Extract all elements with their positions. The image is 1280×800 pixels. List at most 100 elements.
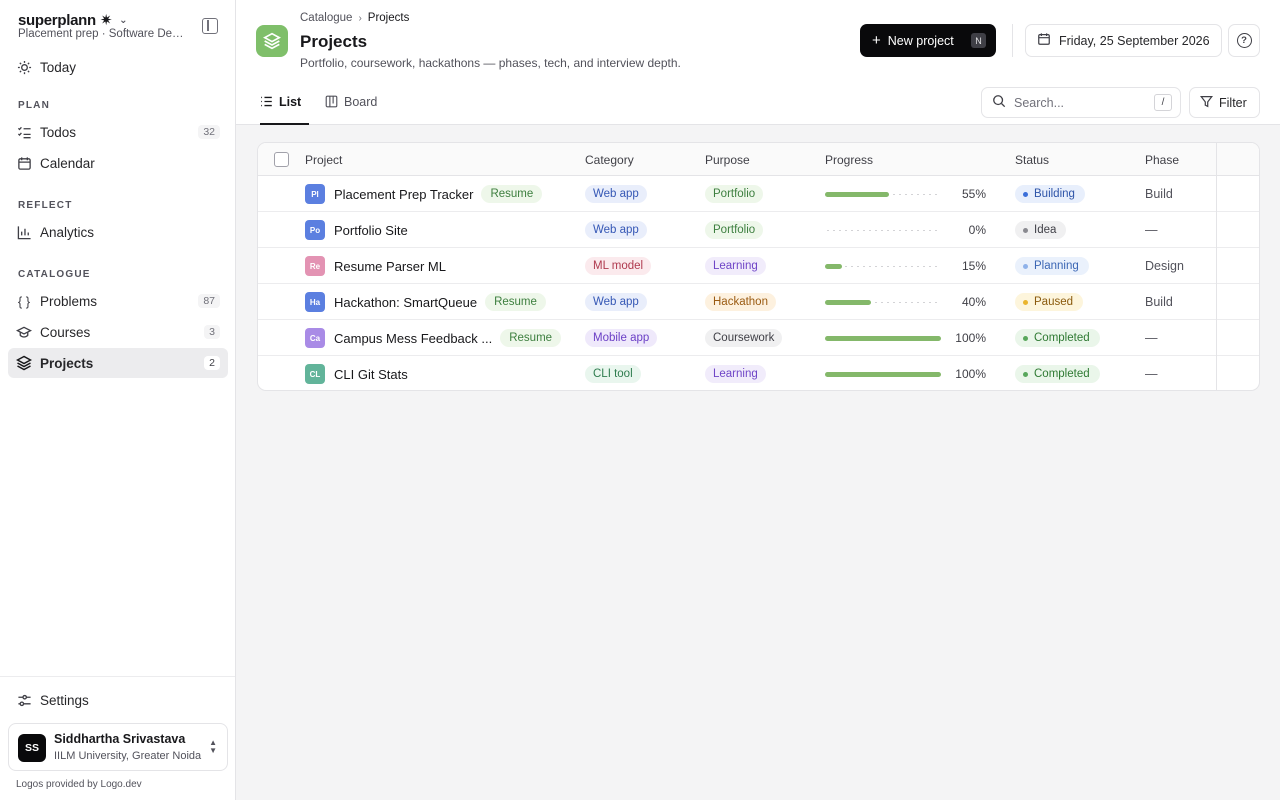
tab-list[interactable]: List — [260, 88, 309, 125]
phase-cell: — — [1145, 367, 1158, 381]
project-tile: Po — [305, 220, 325, 240]
chevron-up-down-icon: ▲ ▼ — [209, 738, 217, 755]
layers-icon — [256, 25, 288, 57]
sliders-icon — [16, 692, 32, 708]
status-dot-icon — [1023, 299, 1028, 305]
select-all-checkbox[interactable] — [274, 152, 289, 167]
progress-bar — [825, 228, 941, 233]
sidebar-item-today[interactable]: Today — [8, 52, 228, 82]
section-label-catalogue: CATALOGUE — [18, 269, 91, 280]
status-badge[interactable]: Completed — [1015, 329, 1100, 347]
brand-name: superplann — [18, 11, 96, 29]
new-project-button[interactable]: + New project N — [860, 24, 996, 57]
category-pill: Web app — [585, 185, 647, 203]
column-header-category[interactable]: Category — [585, 153, 634, 167]
status-dot-icon — [1023, 263, 1028, 269]
sidebar-collapse-icon[interactable] — [202, 18, 218, 34]
progress-bar — [825, 191, 941, 197]
progress-bar — [825, 263, 941, 269]
project-tile: Re — [305, 256, 325, 276]
user-name: Siddhartha Srivastava — [54, 732, 186, 746]
purpose-cell: Learning — [705, 356, 766, 390]
page-header: Catalogue › Projects Projects Portfolio,… — [236, 0, 1280, 125]
status-badge[interactable]: Planning — [1015, 257, 1089, 275]
project-name[interactable]: Placement Prep Tracker — [334, 187, 473, 202]
sidebar-item-label: Today — [40, 59, 77, 75]
project-tile: Ha — [305, 292, 325, 312]
progress-bar — [825, 299, 941, 305]
sun-icon — [16, 59, 32, 75]
project-name[interactable]: Hackathon: SmartQueue — [334, 295, 477, 310]
sidebar-item-problems[interactable]: { } Problems 87 — [8, 286, 228, 316]
workspace-switcher[interactable]: superplann ✷ ⌄ — [18, 11, 128, 30]
column-header-progress[interactable]: Progress — [825, 153, 873, 167]
sidebar-item-analytics[interactable]: Analytics — [8, 217, 228, 247]
progress-cell — [825, 176, 941, 212]
status-cell: Planning — [1015, 248, 1089, 284]
user-org: IILM University, Greater Noida — [54, 750, 202, 762]
sidebar-item-projects[interactable]: Projects 2 — [8, 348, 228, 378]
column-header-project[interactable]: Project — [305, 153, 342, 167]
table-header: Project Category Purpose Progress Status… — [258, 143, 1259, 176]
status-dot-icon — [1023, 227, 1028, 233]
project-name[interactable]: Resume Parser ML — [334, 259, 446, 274]
header-divider — [1012, 24, 1013, 57]
search-input[interactable]: Search... / — [981, 87, 1181, 118]
help-icon: ? — [1236, 33, 1252, 48]
status-badge[interactable]: Paused — [1015, 293, 1084, 311]
project-name[interactable]: CLI Git Stats — [334, 367, 408, 382]
status-badge[interactable]: Idea — [1015, 221, 1067, 239]
shortcut-hint: N — [971, 33, 986, 48]
tab-board[interactable]: Board — [325, 88, 377, 125]
status-cell: Paused — [1015, 284, 1084, 320]
category-cell: Web app — [585, 212, 647, 248]
phase-cell: — — [1145, 331, 1158, 345]
progress-track — [825, 265, 941, 267]
tab-label: List — [279, 95, 302, 109]
chevron-right-icon: › — [358, 12, 362, 24]
progress-cell — [825, 284, 941, 320]
purpose-pill: Portfolio — [705, 185, 764, 203]
count-badge: 2 — [204, 356, 220, 370]
logos-attribution: Logos provided by Logo.dev — [16, 779, 142, 790]
table-row[interactable]: Pl Placement Prep Tracker Resume Web app… — [258, 176, 1259, 212]
progress-bar — [825, 371, 941, 377]
sidebar: superplann ✷ ⌄ Placement prep · Software… — [0, 0, 236, 800]
project-cell: Po Portfolio Site — [305, 212, 575, 248]
table-row[interactable]: Ha Hackathon: SmartQueue Resume Web app … — [258, 284, 1259, 320]
status-label: Completed — [1034, 332, 1090, 344]
project-name[interactable]: Portfolio Site — [334, 223, 408, 238]
count-badge: 3 — [204, 325, 220, 339]
project-cell: Ca Campus Mess Feedback ... Resume — [305, 320, 575, 356]
help-button[interactable]: ? — [1228, 24, 1260, 57]
project-cell: Pl Placement Prep Tracker Resume — [305, 176, 575, 212]
sidebar-item-courses[interactable]: Courses 3 — [8, 317, 228, 347]
braces-icon: { } — [17, 293, 31, 309]
progress-percent: 40% — [961, 295, 986, 309]
status-label: Paused — [1034, 296, 1074, 308]
progress-fill — [825, 299, 872, 305]
sidebar-item-settings[interactable]: Settings — [8, 685, 228, 715]
status-badge[interactable]: Completed — [1015, 365, 1100, 383]
sidebar-item-calendar[interactable]: Calendar — [8, 148, 228, 178]
status-cell: Building — [1015, 176, 1085, 212]
project-name[interactable]: Campus Mess Feedback ... — [334, 331, 492, 346]
project-tile: Pl — [305, 184, 325, 204]
resume-tag: Resume — [500, 329, 562, 347]
breadcrumb-catalogue[interactable]: Catalogue — [300, 12, 352, 24]
column-header-purpose[interactable]: Purpose — [705, 153, 750, 167]
column-header-status[interactable]: Status — [1015, 153, 1049, 167]
table-row[interactable]: Re Resume Parser ML ML model Learning 15… — [258, 248, 1259, 284]
status-badge[interactable]: Building — [1015, 185, 1085, 203]
sidebar-item-todos[interactable]: Todos 32 — [8, 117, 228, 147]
table-row[interactable]: Ca Campus Mess Feedback ... Resume Mobil… — [258, 320, 1259, 356]
filter-button[interactable]: Filter — [1189, 87, 1260, 118]
date-picker-button[interactable]: Friday, 25 September 2026 — [1025, 24, 1222, 57]
table-row[interactable]: CL CLI Git Stats CLI tool Learning 100% … — [258, 356, 1259, 390]
table-row[interactable]: Po Portfolio Site Web app Portfolio 0% I… — [258, 212, 1259, 248]
user-account-switcher[interactable]: SS Siddhartha Srivastava IILM University… — [8, 723, 228, 771]
category-cell: CLI tool — [585, 356, 641, 390]
section-label-reflect: REFLECT — [18, 200, 73, 211]
column-header-phase[interactable]: Phase — [1145, 153, 1179, 167]
project-cell: Re Resume Parser ML — [305, 248, 575, 284]
